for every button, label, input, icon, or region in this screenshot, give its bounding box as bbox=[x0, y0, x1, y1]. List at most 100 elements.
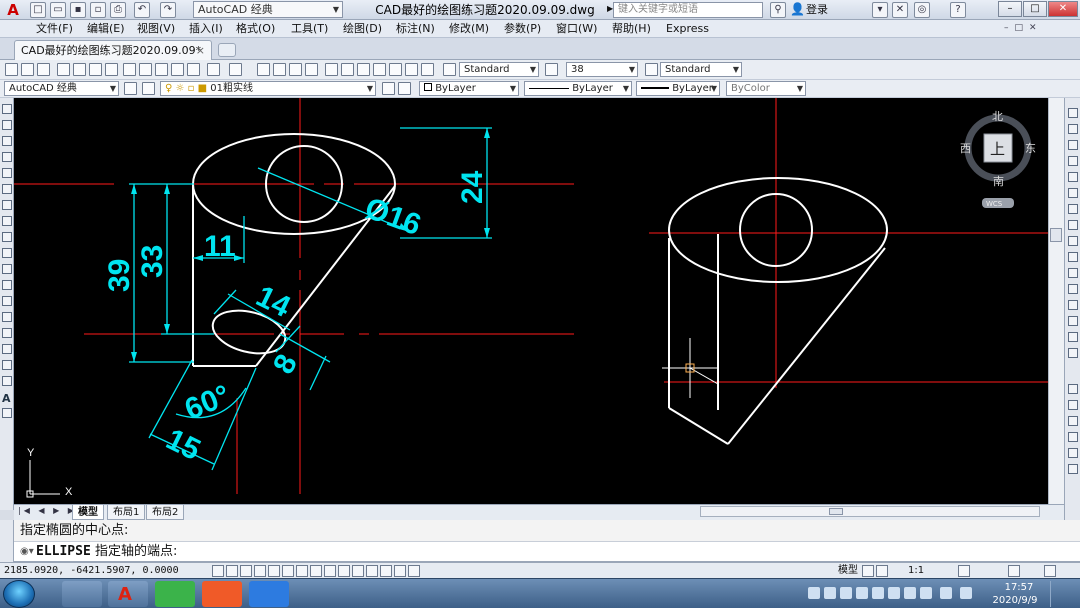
command-prompt-icon[interactable]: ◉▾ bbox=[20, 542, 34, 562]
pan-icon[interactable] bbox=[257, 63, 270, 76]
color-select[interactable]: ByLayer ▼ bbox=[419, 81, 519, 96]
polar-tracking-icon[interactable] bbox=[268, 565, 280, 577]
input-tray-icon[interactable] bbox=[856, 587, 868, 599]
show-desktop-button[interactable] bbox=[1050, 581, 1078, 607]
new-file-icon[interactable]: □ bbox=[30, 2, 46, 18]
tray-icon[interactable] bbox=[808, 587, 820, 599]
help-icon[interactable]: ? bbox=[950, 2, 966, 18]
workspace-selector[interactable]: AutoCAD 经典 ▼ bbox=[193, 1, 343, 18]
dims-front-icon[interactable] bbox=[1068, 464, 1078, 474]
menu-dimension[interactable]: 标注(N) bbox=[396, 20, 435, 38]
search-input[interactable]: 键入关键字或短语 bbox=[613, 2, 763, 18]
redo-icon[interactable] bbox=[229, 63, 242, 76]
command-line-handle[interactable] bbox=[0, 520, 14, 562]
menu-window[interactable]: 窗口(W) bbox=[556, 20, 597, 38]
scale-icon[interactable] bbox=[1068, 220, 1078, 230]
dim-style-icon[interactable] bbox=[645, 63, 658, 76]
polyline-icon[interactable] bbox=[2, 136, 12, 146]
hatch-icon[interactable] bbox=[2, 328, 12, 338]
help-tray-icon[interactable] bbox=[824, 587, 836, 599]
new-icon[interactable] bbox=[5, 63, 18, 76]
lock-ui-icon[interactable] bbox=[1008, 565, 1020, 577]
text-front-icon[interactable] bbox=[1068, 448, 1078, 458]
paste-icon[interactable] bbox=[155, 63, 168, 76]
menu-view[interactable]: 视图(V) bbox=[137, 20, 175, 38]
rotate-icon[interactable] bbox=[1068, 204, 1078, 214]
linetype-select[interactable]: ByLayer ▼ bbox=[524, 81, 632, 96]
dropdown-icon[interactable]: ▾ bbox=[872, 2, 888, 18]
dim-style-select[interactable]: Standard ▼ bbox=[660, 62, 742, 77]
undo-icon[interactable]: ↶ bbox=[134, 2, 150, 18]
mirror-icon[interactable] bbox=[1068, 140, 1078, 150]
offset-icon[interactable] bbox=[1068, 156, 1078, 166]
circle-icon[interactable] bbox=[2, 200, 12, 210]
redo-icon[interactable]: ↷ bbox=[160, 2, 176, 18]
open-icon[interactable] bbox=[21, 63, 34, 76]
text-height-icon[interactable] bbox=[545, 63, 558, 76]
screen-tray-icon[interactable] bbox=[940, 587, 952, 599]
vertical-scrollbar[interactable] bbox=[1048, 98, 1064, 504]
rectangle-icon[interactable] bbox=[2, 168, 12, 178]
object-snap-icon[interactable] bbox=[282, 565, 294, 577]
autocad-logo-icon[interactable]: A bbox=[2, 1, 24, 19]
menu-insert[interactable]: 插入(I) bbox=[189, 20, 223, 38]
menu-draw[interactable]: 绘图(D) bbox=[343, 20, 382, 38]
quick-view-layouts-icon[interactable] bbox=[862, 565, 874, 577]
wps-app-icon[interactable] bbox=[249, 581, 289, 607]
text-style-icon[interactable] bbox=[443, 63, 456, 76]
snap-mode-icon[interactable] bbox=[226, 565, 238, 577]
save-as-icon[interactable]: ▫ bbox=[90, 2, 106, 18]
bring-above-icon[interactable] bbox=[1068, 416, 1078, 426]
undo-icon[interactable] bbox=[207, 63, 220, 76]
infer-constraints-icon[interactable] bbox=[212, 565, 224, 577]
network-tray-icon[interactable] bbox=[840, 587, 852, 599]
gradient-icon[interactable] bbox=[2, 344, 12, 354]
publish-icon[interactable] bbox=[89, 63, 102, 76]
block-editor-icon[interactable] bbox=[187, 63, 200, 76]
lineweight-icon[interactable] bbox=[352, 565, 364, 577]
security-tray-icon[interactable] bbox=[888, 587, 900, 599]
draworder-icon[interactable] bbox=[1068, 384, 1078, 394]
vertical-scroll-thumb[interactable] bbox=[1050, 228, 1062, 242]
quickcalc-icon[interactable] bbox=[405, 63, 418, 76]
workspace-settings-icon[interactable] bbox=[124, 82, 137, 95]
login-button[interactable]: 登录 bbox=[806, 2, 828, 18]
menu-express[interactable]: Express bbox=[666, 20, 709, 38]
a360-icon[interactable]: ◎ bbox=[914, 2, 930, 18]
fillet-icon[interactable] bbox=[1068, 332, 1078, 342]
autocad-app-icon[interactable]: A bbox=[108, 581, 148, 607]
point-icon[interactable] bbox=[2, 312, 12, 322]
3dprint-icon[interactable] bbox=[105, 63, 118, 76]
menu-help[interactable]: 帮助(H) bbox=[612, 20, 651, 38]
table-icon[interactable] bbox=[2, 376, 12, 386]
pencil-app-icon[interactable] bbox=[62, 581, 102, 607]
layer-previous-icon[interactable] bbox=[398, 82, 411, 95]
erase-icon[interactable] bbox=[1068, 108, 1078, 118]
drawing-svg[interactable]: Ø16 24 11 33 39 14 8 60° 15 Y X 北 南 东 西 … bbox=[14, 98, 1048, 504]
close-tab-icon[interactable]: × bbox=[196, 41, 205, 60]
join-icon[interactable] bbox=[1068, 300, 1078, 310]
ducs-icon[interactable] bbox=[324, 565, 336, 577]
stretch-icon[interactable] bbox=[1068, 236, 1078, 246]
make-current-layer-icon[interactable] bbox=[382, 82, 395, 95]
viewcube[interactable] bbox=[964, 114, 1032, 208]
extend-icon[interactable] bbox=[1068, 268, 1078, 278]
binoculars-icon[interactable]: ⚲ bbox=[770, 2, 786, 18]
recorder-app-icon[interactable] bbox=[202, 581, 242, 607]
menu-modify[interactable]: 修改(M) bbox=[449, 20, 489, 38]
menu-tools[interactable]: 工具(T) bbox=[291, 20, 328, 38]
arc-icon[interactable] bbox=[2, 184, 12, 194]
mtext-icon[interactable]: A bbox=[2, 392, 11, 405]
grid-display-icon[interactable] bbox=[240, 565, 252, 577]
plot-icon[interactable] bbox=[57, 63, 70, 76]
command-input[interactable]: ◉▾ ELLIPSE 指定轴的端点: bbox=[14, 542, 1080, 562]
coordinates-readout[interactable]: 2185.0920, -6421.5907, 0.0000 bbox=[4, 563, 179, 579]
text-height-select[interactable]: 38 ▼ bbox=[566, 62, 638, 77]
clock-time[interactable]: 17:57 bbox=[994, 581, 1044, 594]
tab-layout1[interactable]: 布局1 bbox=[107, 505, 146, 520]
cut-icon[interactable] bbox=[123, 63, 136, 76]
trim-icon[interactable] bbox=[1068, 252, 1078, 262]
plotstyle-select[interactable]: ByColor ▼ bbox=[726, 81, 806, 96]
3d-osnap-icon[interactable] bbox=[296, 565, 308, 577]
draworder-back-icon[interactable] bbox=[1068, 400, 1078, 410]
